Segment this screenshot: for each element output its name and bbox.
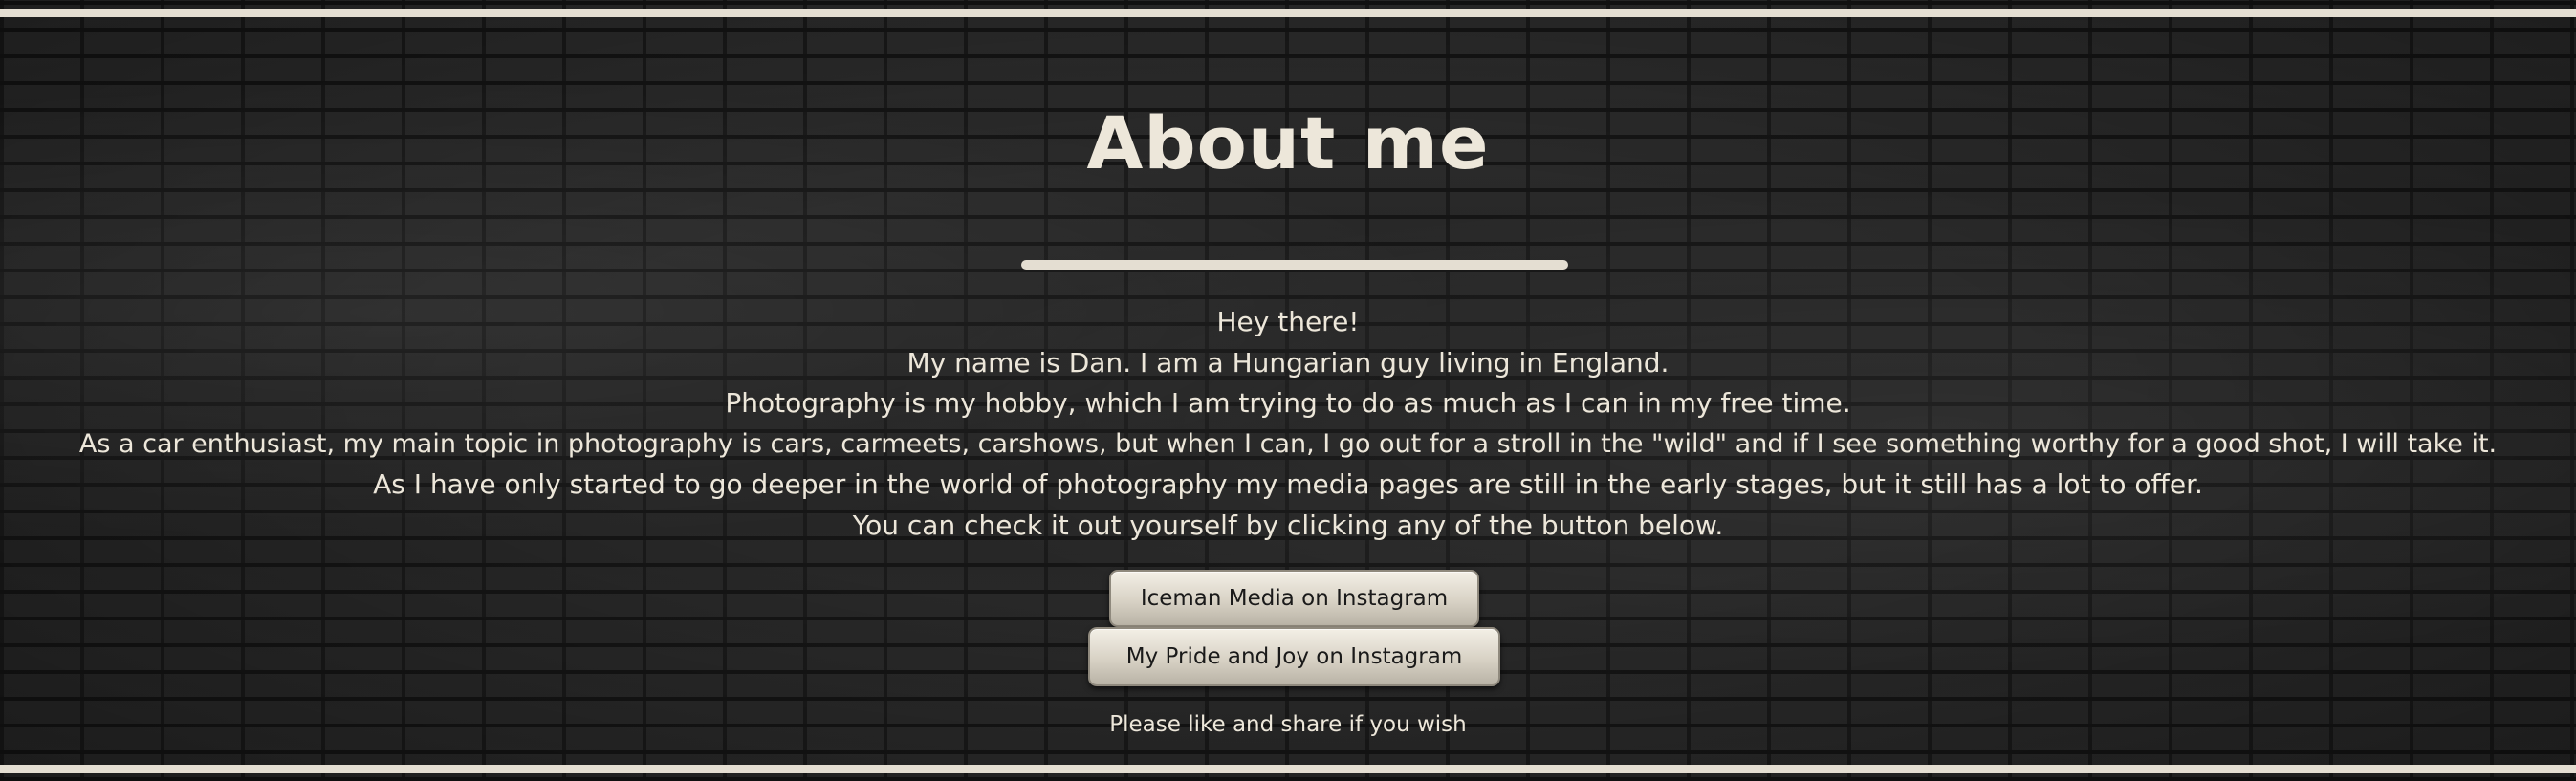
top-border-line — [0, 9, 2576, 17]
about-line-car-enthusiast: As a car enthusiast, my main topic in ph… — [78, 428, 2498, 459]
about-line-media-pages: As I have only started to go deeper in t… — [373, 468, 2203, 501]
about-page: { "page": { "title": "About me" }, "abou… — [0, 0, 2576, 781]
about-line-name: My name is Dan. I am a Hungarian guy liv… — [906, 346, 1670, 379]
footer-note: Please like and share if you wish — [1109, 712, 1467, 737]
about-text: Hey there! My name is Dan. I am a Hungar… — [0, 302, 2576, 547]
about-line-call-to-action: You can check it out yourself by clickin… — [852, 509, 1724, 541]
about-line-hobby: Photography is my hobby, which I am tryi… — [725, 387, 1851, 420]
bottom-border-line — [0, 765, 2576, 773]
title-divider — [1021, 260, 1568, 270]
pride-and-joy-instagram-button[interactable]: My Pride and Joy on Instagram — [1088, 627, 1500, 686]
iceman-media-instagram-button[interactable]: Iceman Media on Instagram — [1109, 570, 1479, 627]
about-line-greeting: Hey there! — [1216, 306, 1360, 337]
page-title: About me — [1086, 100, 1490, 185]
